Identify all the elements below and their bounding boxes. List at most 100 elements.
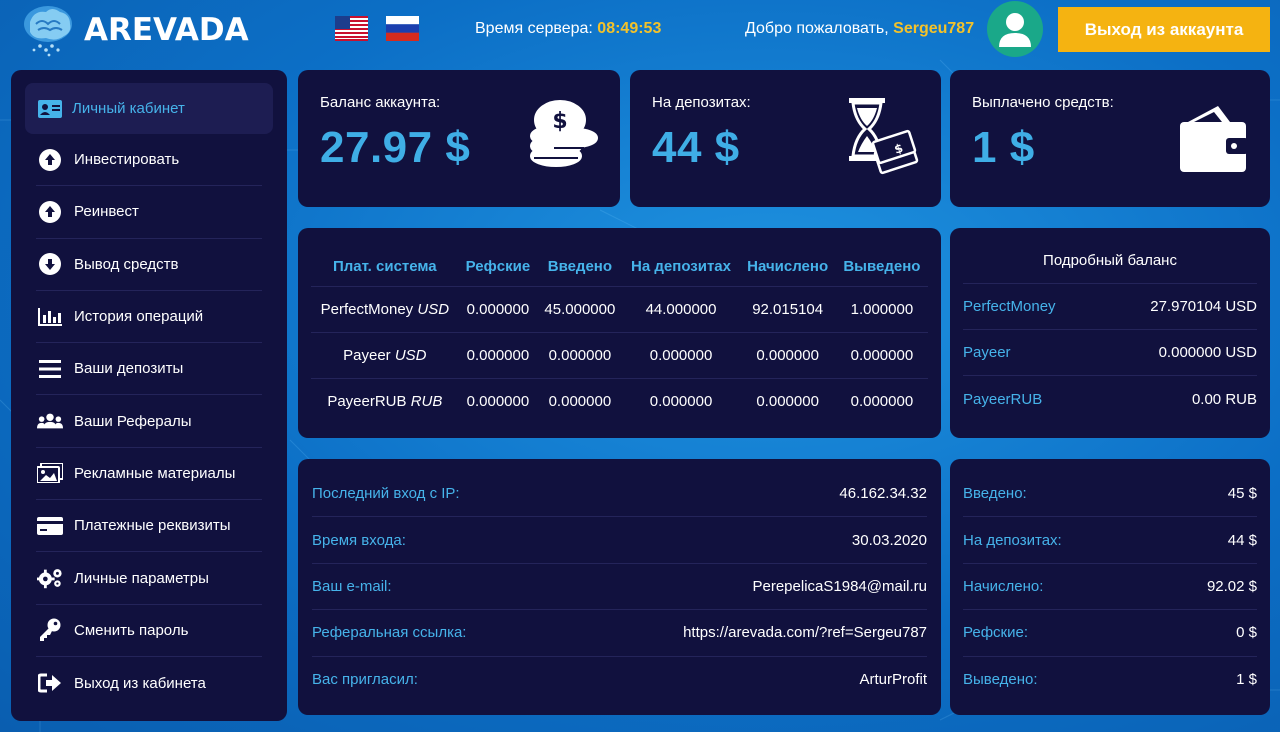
welcome-label: Добро пожаловать, — [745, 20, 889, 37]
system-cell: PerfectMoney USD — [311, 286, 459, 333]
totals-summary: Введено: 45 $ На депозитах: 44 $ Начисле… — [950, 459, 1270, 715]
hourglass-money-icon: $ — [849, 98, 919, 175]
balance-system: Payeer — [963, 344, 1011, 361]
paid-out-card: Выплачено средств: 1 $ — [950, 70, 1270, 207]
table-cell: 0.000000 — [466, 392, 530, 410]
credit-card-icon — [37, 515, 63, 537]
gears-icon — [37, 567, 63, 589]
sidebar-item-label: Личные параметры — [74, 569, 209, 587]
sidebar-item-cabinet[interactable]: Личный кабинет — [25, 83, 273, 134]
sidebar-item-label: Личный кабинет — [72, 100, 185, 117]
system-name: Payeer — [343, 346, 391, 364]
table-header-row: Плат. система Рефские Введено На депозит… — [311, 248, 928, 287]
sidebar-item-reinvest[interactable]: Реинвест — [36, 186, 262, 239]
logo[interactable]: AREVADA — [20, 2, 249, 58]
info-key: Ваш e-mail: — [312, 577, 392, 595]
sign-out-icon — [37, 672, 63, 694]
summary-value: 45 $ — [1227, 485, 1257, 503]
id-card-icon — [37, 98, 63, 120]
sidebar-item-label: Сменить пароль — [74, 621, 189, 639]
sidebar-item-invest[interactable]: Инвестировать — [36, 134, 262, 187]
info-key: Время входа: — [312, 531, 406, 549]
table-cell: 0.000000 — [835, 332, 928, 379]
table-cell: 0.000000 — [739, 332, 836, 379]
sidebar-item-deposits[interactable]: Ваши депозиты — [36, 343, 262, 396]
sidebar-item-label: Ваши депозиты — [74, 360, 184, 378]
info-key: Вас пригласил: — [312, 671, 418, 689]
sidebar-item-change-password[interactable]: Сменить пароль — [36, 605, 262, 657]
info-row: Ваш e-mail: PerepelicaS1984@mail.ru — [312, 564, 928, 611]
payment-table: Плат. система Рефские Введено На депозит… — [311, 248, 928, 424]
info-key: Последний вход с IP: — [312, 485, 460, 503]
avatar[interactable] — [987, 1, 1043, 57]
col-header: Плат. система — [311, 248, 459, 287]
sidebar-item-history[interactable]: История операций — [36, 291, 262, 344]
table-cell: 0.000000 — [548, 392, 612, 410]
users-icon — [37, 410, 63, 432]
server-time-label: Время сервера: — [475, 20, 593, 37]
sidebar-item-label: Платежные реквизиты — [74, 517, 231, 535]
balance-amount: 0.000000 USD — [1158, 344, 1257, 361]
system-currency: USD — [417, 300, 450, 318]
sidebar-item-label: История операций — [74, 308, 204, 326]
bar-chart-icon — [37, 306, 63, 328]
payment-systems-table: Плат. система Рефские Введено На депозит… — [298, 228, 941, 438]
summary-key: Выведено: — [963, 671, 1038, 689]
sidebar-item-settings[interactable]: Личные параметры — [36, 552, 262, 605]
info-row: Вас пригласил: ArturProfit — [312, 657, 927, 703]
summary-row: Выведено: 1 $ — [963, 657, 1257, 703]
sidebar-item-payment-details[interactable]: Платежные реквизиты — [36, 500, 262, 553]
flag-us-icon[interactable] — [335, 16, 368, 41]
table-row: PayeerRUB RUB 0.000000 0.000000 0.000000… — [311, 378, 928, 424]
summary-key: Рефские: — [963, 624, 1028, 642]
info-row: Реферальная ссылка: https://arevada.com/… — [312, 610, 927, 657]
deposits-card: На депозитах: 44 $ $ — [630, 70, 941, 207]
server-time: Время сервера: 08:49:53 — [475, 20, 661, 38]
system-currency: USD — [394, 346, 427, 364]
sidebar-item-label: Вывод средств — [74, 255, 179, 273]
info-value: 46.162.34.32 — [839, 485, 927, 503]
sidebar-item-referrals[interactable]: Ваши Рефералы — [36, 395, 262, 448]
table-row: PerfectMoney USD 0.000000 45.000000 44.0… — [311, 286, 928, 333]
balance-system: PerfectMoney — [963, 298, 1056, 315]
server-time-value: 08:49:53 — [597, 20, 662, 37]
wallet-icon — [1180, 106, 1248, 172]
summary-key: Начислено: — [963, 577, 1044, 595]
info-value: PerepelicaS1984@mail.ru — [752, 577, 928, 595]
info-row: Последний вход с IP: 46.162.34.32 — [312, 471, 927, 518]
detailed-balance-title: Подробный баланс — [1043, 252, 1177, 269]
referral-link[interactable]: https://arevada.com/?ref=Sergeu787 — [683, 624, 927, 641]
summary-row: На депозитах: 44 $ — [963, 517, 1257, 564]
sidebar-item-label: Реинвест — [74, 203, 139, 221]
table-cell: 0.000000 — [458, 286, 538, 333]
balance-card: Баланс аккаунта: 27.97 $ $ — [298, 70, 620, 207]
sidebar-item-promo[interactable]: Рекламные материалы — [36, 448, 262, 501]
table-cell: 0.000000 — [756, 392, 819, 410]
user-silhouette-icon — [999, 13, 1031, 47]
summary-row: Начислено: 92.02 $ — [963, 564, 1257, 611]
summary-value: 0 $ — [1236, 624, 1257, 642]
detailed-balance: Подробный баланс PerfectMoney 27.970104 … — [950, 228, 1270, 438]
logout-button[interactable]: Выход из аккаунта — [1058, 7, 1270, 52]
sidebar: Личный кабинет Инвестировать Реинвест Вы… — [11, 70, 287, 721]
balance-amount: 27.970104 USD — [1150, 298, 1257, 315]
col-header: Рефские — [458, 248, 538, 287]
sidebar-item-withdraw[interactable]: Вывод средств — [36, 239, 262, 291]
balance-system: PayeerRUB — [963, 390, 1043, 408]
col-header: Введено — [537, 248, 623, 287]
balance-row: PerfectMoney 27.970104 USD — [963, 284, 1257, 330]
key-icon — [37, 618, 63, 642]
table-row: Payeer USD 0.000000 0.000000 0.000000 0.… — [311, 332, 928, 379]
arrow-down-circle-icon — [37, 253, 63, 276]
header: AREVADA Время сервера: 08:49:53 Добро по… — [0, 0, 1280, 60]
username[interactable]: Sergeu787 — [893, 20, 974, 37]
coins-icon: $ — [530, 100, 598, 167]
summary-row: Введено: 45 $ — [963, 471, 1257, 518]
svg-text:$: $ — [552, 109, 567, 134]
col-header: Выведено — [835, 248, 928, 287]
sidebar-item-label: Инвестировать — [74, 151, 180, 169]
info-value: ArturProfit — [859, 671, 927, 689]
flag-ru-icon[interactable] — [386, 16, 419, 41]
sidebar-item-exit[interactable]: Выход из кабинета — [36, 657, 262, 709]
table-cell: 44.000000 — [622, 286, 740, 333]
